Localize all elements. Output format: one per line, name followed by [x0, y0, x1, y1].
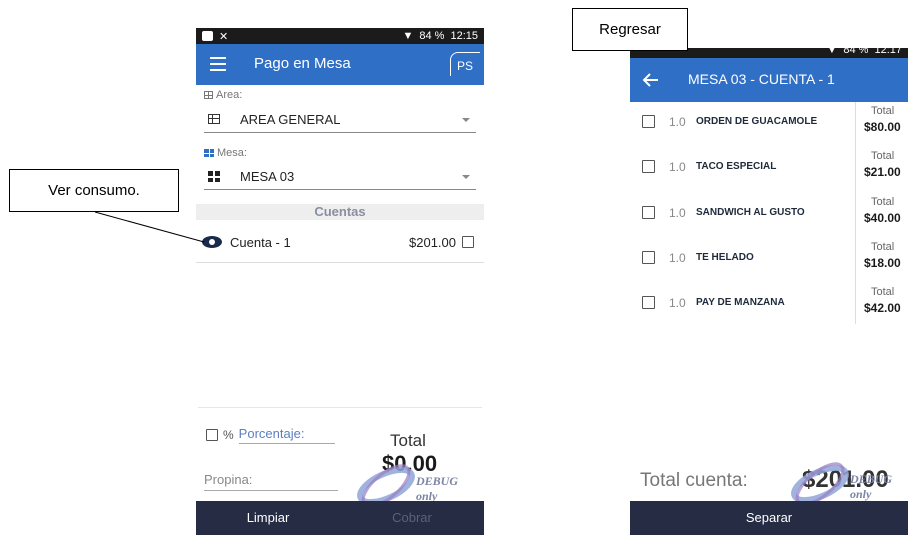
regresar-callout: Regresar: [572, 8, 688, 51]
callout-pointer-lines: [94, 211, 205, 243]
ver-consumo-callout: Ver consumo.: [9, 169, 179, 212]
ver-consumo-pointer: [94, 211, 205, 243]
